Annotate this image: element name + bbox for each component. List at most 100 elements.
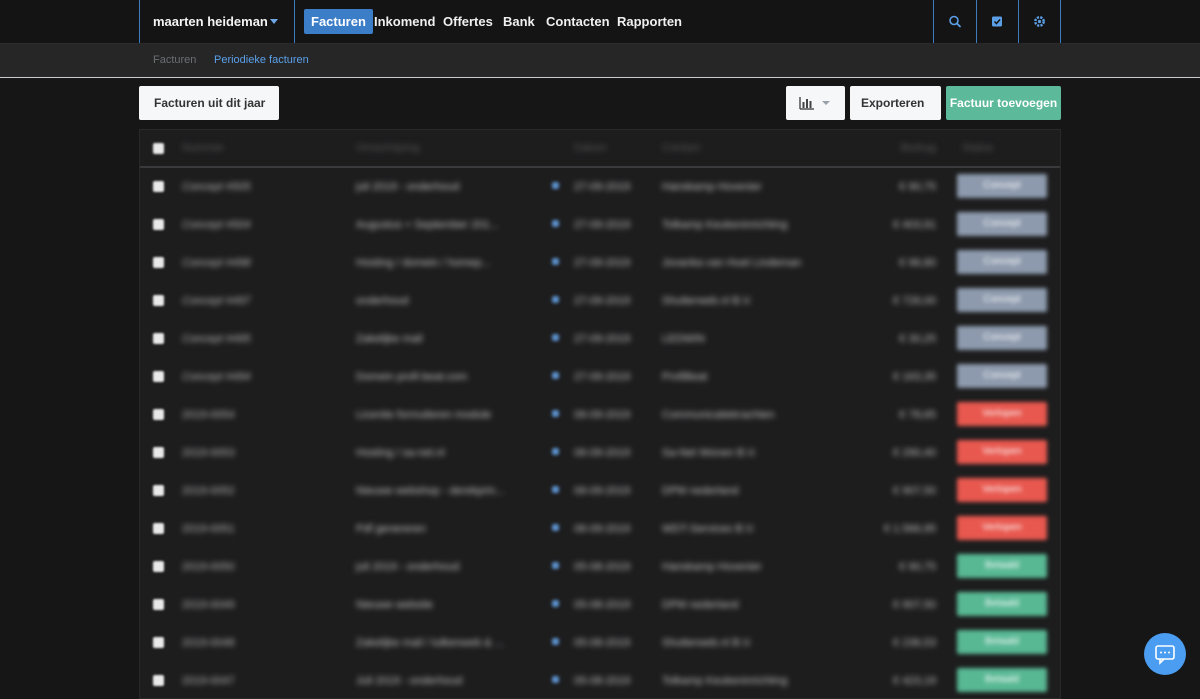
invoice-number[interactable]: 2019-0054 (182, 396, 342, 434)
row-checkbox[interactable] (153, 485, 164, 496)
subnav-facturen[interactable]: Facturen (153, 44, 196, 77)
invoice-number[interactable]: 2019-0051 (182, 510, 342, 548)
row-checkbox[interactable] (153, 523, 164, 534)
invoice-number[interactable]: 2019-0049 (182, 586, 342, 624)
invoice-contact[interactable]: Tolkamp Keukeninrichting (662, 206, 862, 244)
nav-contacten[interactable]: Contacten (539, 9, 617, 34)
pencil-icon[interactable] (552, 448, 559, 455)
row-checkbox[interactable] (153, 599, 164, 610)
invoice-number[interactable]: 2019-0053 (182, 434, 342, 472)
nav-facturen[interactable]: Facturen (304, 9, 373, 34)
header-bedrag[interactable]: Bedrag (880, 130, 936, 166)
invoice-contact[interactable]: Sa-Net Wonen B.V. (662, 434, 862, 472)
table-row[interactable]: Concept #497 onderhoud 27-09-2019 Shutterwe… (140, 282, 1060, 320)
header-status[interactable]: Status (962, 130, 993, 166)
invoice-number[interactable]: Concept #504 (182, 206, 342, 244)
add-invoice-button[interactable]: Factuur toevoegen (946, 86, 1061, 120)
pencil-icon[interactable] (552, 220, 559, 227)
invoice-description: Domein profi-beat.com (356, 371, 468, 383)
invoice-number[interactable]: Concept #505 (182, 168, 342, 206)
invoice-contact[interactable]: Shutterweb.nl B.V. (662, 282, 862, 320)
row-checkbox[interactable] (153, 257, 164, 268)
pencil-icon[interactable] (552, 410, 559, 417)
pencil-icon[interactable] (552, 258, 559, 265)
invoice-contact[interactable]: Shutterweb.nl B.V. (662, 624, 862, 662)
invoice-number[interactable]: 2019-0047 (182, 662, 342, 698)
row-checkbox[interactable] (153, 371, 164, 382)
invoice-contact[interactable]: ProfiBeat (662, 358, 862, 396)
header-contact[interactable]: Contact (662, 130, 700, 166)
chevron-down-icon[interactable] (270, 19, 278, 24)
pencil-icon[interactable] (552, 600, 559, 607)
invoice-number[interactable]: Concept #497 (182, 282, 342, 320)
table-row[interactable]: 2019-0050 juli 2019 - onderhoud 05-08-2019… (140, 548, 1060, 586)
invoice-contact[interactable]: WDT-Services B.V. (662, 510, 862, 548)
period-filter-dropdown[interactable]: Facturen uit dit jaar (139, 86, 279, 140)
invoice-contact[interactable]: Hanskamp Hovenier (662, 168, 862, 206)
invoice-contact[interactable]: Communicatiekrachten (662, 396, 862, 434)
table-row[interactable]: 2019-0054 Licentie formulieren module 06-0… (140, 396, 1060, 434)
table-row[interactable]: 2019-0052 Nieuwe webshop - derekprin... 06… (140, 472, 1060, 510)
pencil-icon[interactable] (552, 562, 559, 569)
pencil-icon[interactable] (552, 486, 559, 493)
pencil-icon[interactable] (552, 524, 559, 531)
invoice-number[interactable]: 2019-0048 (182, 624, 342, 662)
header-nummer[interactable]: Nummer (182, 130, 224, 166)
chart-dropdown[interactable] (786, 86, 845, 120)
pencil-icon[interactable] (552, 182, 559, 189)
table-row[interactable]: 2019-0049 Nieuwe website 05-08-2019 DPM ned… (140, 586, 1060, 624)
pencil-icon[interactable] (552, 676, 559, 683)
invoice-number[interactable]: Concept #494 (182, 358, 342, 396)
row-checkbox[interactable] (153, 295, 164, 306)
invoice-contact[interactable]: LEDWIN (662, 320, 862, 358)
invoice-contact[interactable]: DPM nederland (662, 586, 862, 624)
search-button[interactable] (934, 0, 976, 43)
invoice-number[interactable]: 2019-0052 (182, 472, 342, 510)
nav-bank[interactable]: Bank (496, 9, 542, 34)
invoice-contact[interactable]: Jovanka van Huet Lindeman (662, 244, 862, 282)
row-checkbox[interactable] (153, 181, 164, 192)
header-omschrijving[interactable]: Omschrijving (356, 130, 420, 166)
row-checkbox[interactable] (153, 409, 164, 420)
row-checkbox[interactable] (153, 675, 164, 686)
invoice-contact[interactable]: Tolkamp Keukeninrichting (662, 662, 862, 698)
table-row[interactable]: 2019-0047 Juli 2019 - onderhoud 05-08-2019… (140, 662, 1060, 698)
account-switcher[interactable]: maarten heideman (153, 0, 268, 43)
table-row[interactable]: 2019-0051 Pdf genereren 06-09-2019 WDT-Serv… (140, 510, 1060, 548)
subnav-periodieke-facturen[interactable]: Periodieke facturen (214, 44, 309, 77)
table-row[interactable]: Concept #505 juli 2019 - onderhoud 27-09-2… (140, 168, 1060, 206)
invoice-amount: € 907,50 (893, 599, 936, 611)
pencil-icon[interactable] (552, 638, 559, 645)
invoice-number[interactable]: Concept #498 (182, 244, 342, 282)
invoice-contact[interactable]: Hanskamp Hovenier (662, 548, 862, 586)
invoice-number[interactable]: Concept #495 (182, 320, 342, 358)
row-checkbox[interactable] (153, 219, 164, 230)
pencil-icon[interactable] (552, 296, 559, 303)
table-row[interactable]: Concept #494 Domein profi-beat.com 27-09-2… (140, 358, 1060, 396)
invoice-contact[interactable]: DPM nederland (662, 472, 862, 510)
pencil-icon[interactable] (552, 372, 559, 379)
select-all-checkbox[interactable] (153, 143, 164, 154)
table-row[interactable]: Concept #495 Zakelijke mail 27-09-2019 LEDW… (140, 320, 1060, 358)
row-checkbox[interactable] (153, 637, 164, 648)
pencil-icon[interactable] (552, 334, 559, 341)
nav-inkomend[interactable]: Inkomend (367, 9, 442, 34)
tasks-button[interactable] (977, 0, 1019, 43)
export-dropdown[interactable]: Exporteren (850, 86, 941, 140)
separator (139, 0, 140, 43)
chat-button[interactable] (1144, 633, 1186, 675)
status-badge: Concept (957, 250, 1047, 274)
row-checkbox[interactable] (153, 561, 164, 572)
table-row[interactable]: Concept #498 Hosting / domein / homep... 2… (140, 244, 1060, 282)
nav-rapporten[interactable]: Rapporten (610, 9, 689, 34)
nav-offertes[interactable]: Offertes (436, 9, 500, 34)
invoice-number[interactable]: 2019-0050 (182, 548, 342, 586)
settings-button[interactable] (1019, 0, 1061, 43)
table-row[interactable]: 2019-0053 Hosting / sa-net.nl 06-09-2019 Sa… (140, 434, 1060, 472)
table-row[interactable]: 2019-0048 Zakelijke mail / tulkenweb & ..… (140, 624, 1060, 662)
header-datum[interactable]: Datum (574, 130, 606, 166)
invoice-description: Zakelijke mail (356, 333, 423, 345)
row-checkbox[interactable] (153, 447, 164, 458)
row-checkbox[interactable] (153, 333, 164, 344)
table-row[interactable]: Concept #504 Augustus + September 201... 2… (140, 206, 1060, 244)
